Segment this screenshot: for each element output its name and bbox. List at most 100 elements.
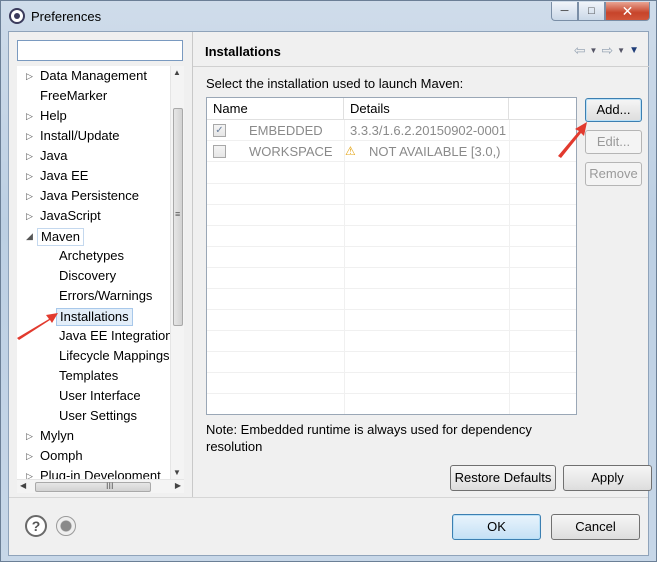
installation-name: EMBEDDED xyxy=(249,123,323,138)
warning-icon: ⚠ xyxy=(345,144,356,158)
empty-row-line xyxy=(207,246,576,247)
maximize-button[interactable]: □ xyxy=(578,2,605,21)
eclipse-app-icon xyxy=(9,8,25,24)
tree-item[interactable]: Lifecycle Mappings xyxy=(17,346,172,366)
empty-row-line xyxy=(207,330,576,331)
tree-item[interactable]: Templates xyxy=(17,366,172,386)
preferences-window: Preferences ─ □ ✕ ▷ Data Management FreeMa… xyxy=(0,0,657,562)
tree-item-label: Data Management xyxy=(40,68,147,83)
cancel-button[interactable]: Cancel xyxy=(551,514,640,540)
installation-name: WORKSPACE xyxy=(249,144,333,159)
window-controls: ─ □ ✕ xyxy=(551,2,650,21)
tree-horizontal-scrollbar[interactable]: ◀ III ▶ xyxy=(17,479,184,493)
tree-item[interactable]: User Settings xyxy=(17,406,172,426)
collapsed-arrow-icon[interactable]: ▷ xyxy=(26,206,36,226)
tree-item[interactable]: ◢ Maven xyxy=(17,226,172,246)
tree-item[interactable]: ▷ Mylyn xyxy=(17,426,172,446)
forward-arrow-icon[interactable]: ⇨ xyxy=(601,42,613,59)
tree-item-label: Mylyn xyxy=(40,428,74,443)
preference-tree: ▷ Data Management FreeMarker ▷ Help ▷ Install/… xyxy=(17,66,184,493)
horizontal-scroll-thumb[interactable]: III xyxy=(35,481,151,492)
tree-item-label: Installations xyxy=(56,308,133,326)
tree-item[interactable]: FreeMarker xyxy=(17,86,172,106)
minimize-button[interactable]: ─ xyxy=(551,2,578,21)
add-button[interactable]: Add... xyxy=(585,98,642,122)
expanded-arrow-icon[interactable]: ◢ xyxy=(26,226,36,246)
row-checkbox[interactable]: ✓ xyxy=(213,124,226,137)
tree-item[interactable]: ▷ JavaScript xyxy=(17,206,172,226)
collapsed-arrow-icon[interactable]: ▷ xyxy=(26,106,36,126)
empty-row-line xyxy=(207,309,576,310)
collapsed-arrow-icon[interactable]: ▷ xyxy=(26,426,36,446)
installations-table: Name Details ✓ EMBEDDED 3.3.3/1.6.2.2015… xyxy=(206,97,577,415)
tree-item-label: FreeMarker xyxy=(40,88,108,103)
tree-item-label: Archetypes xyxy=(59,248,125,263)
collapsed-arrow-icon[interactable]: ▷ xyxy=(26,446,36,466)
apply-button[interactable]: Apply xyxy=(563,465,652,491)
tree-item-label: Oomph xyxy=(40,448,83,463)
tree-item[interactable]: ▷ Oomph xyxy=(17,446,172,466)
title-bar[interactable]: Preferences ─ □ ✕ xyxy=(1,1,656,31)
tree-item[interactable]: Errors/Warnings xyxy=(17,286,172,306)
tree-item[interactable]: Archetypes xyxy=(17,246,172,266)
collapsed-arrow-icon[interactable]: ▷ xyxy=(26,146,36,166)
note-text: Note: Embedded runtime is always used fo… xyxy=(206,422,532,454)
column-header-name[interactable]: Name xyxy=(207,98,344,120)
back-arrow-icon[interactable]: ⇦ xyxy=(574,42,586,59)
tree-item[interactable]: Discovery xyxy=(17,266,172,286)
tree-item-label: Install/Update xyxy=(40,128,120,143)
tree-item[interactable]: ▷ Java EE xyxy=(17,166,172,186)
tree-item-label: Java Persistence xyxy=(40,188,139,203)
column-header-details[interactable]: Details xyxy=(344,98,509,120)
page-title: Installations xyxy=(205,44,281,59)
annotation-arrow-icon xyxy=(17,313,58,340)
tree-item-label: User Interface xyxy=(59,388,141,403)
record-macro-icon[interactable] xyxy=(56,516,76,536)
remove-button[interactable]: Remove xyxy=(585,162,642,186)
filter-input[interactable] xyxy=(17,40,183,61)
ok-button[interactable]: OK xyxy=(452,514,541,540)
tree-item[interactable]: ▷ Help xyxy=(17,106,172,126)
close-button[interactable]: ✕ xyxy=(605,2,650,21)
row-checkbox[interactable] xyxy=(213,145,226,158)
tree-vertical-scrollbar[interactable]: ▲ ≡ ▼ xyxy=(170,66,184,479)
table-header: Name Details xyxy=(207,98,576,120)
table-row[interactable]: WORKSPACE ⚠ NOT AVAILABLE [3.0,) xyxy=(207,141,576,162)
tree-item-label: User Settings xyxy=(59,408,138,423)
scroll-down-icon[interactable]: ▼ xyxy=(173,468,181,477)
scroll-grip-icon: ≡ xyxy=(175,209,181,219)
tree-item[interactable]: ▷ Data Management xyxy=(17,66,172,86)
tree-item[interactable]: ▷ Java xyxy=(17,146,172,166)
scroll-grip-icon: III xyxy=(106,481,114,491)
edit-button[interactable]: Edit... xyxy=(585,130,642,154)
tree-item[interactable]: ▷ Java Persistence xyxy=(17,186,172,206)
forward-dropdown-icon[interactable]: ▼ xyxy=(617,46,625,55)
tree-item-label: Help xyxy=(40,108,67,123)
collapsed-arrow-icon[interactable]: ▷ xyxy=(26,186,36,206)
collapsed-arrow-icon[interactable]: ▷ xyxy=(26,126,36,146)
scroll-right-icon[interactable]: ▶ xyxy=(175,481,181,490)
vertical-scroll-thumb[interactable]: ≡ xyxy=(173,108,183,326)
table-row[interactable]: ✓ EMBEDDED 3.3.3/1.6.2.20150902-0001 xyxy=(207,120,576,141)
scroll-up-icon[interactable]: ▲ xyxy=(173,68,181,77)
scroll-left-icon[interactable]: ◀ xyxy=(20,481,26,490)
tree-item-label: JavaScript xyxy=(40,208,101,223)
tree-item-label: Discovery xyxy=(59,268,117,283)
back-dropdown-icon[interactable]: ▼ xyxy=(590,46,598,55)
collapsed-arrow-icon[interactable]: ▷ xyxy=(26,66,36,86)
tree-item-label: Templates xyxy=(59,368,119,383)
tree-item[interactable]: User Interface xyxy=(17,386,172,406)
collapsed-arrow-icon[interactable]: ▷ xyxy=(26,166,36,186)
help-icon[interactable]: ? xyxy=(25,515,47,537)
empty-row-line xyxy=(207,183,576,184)
restore-defaults-button[interactable]: Restore Defaults xyxy=(450,465,556,491)
installation-details: NOT AVAILABLE [3.0,) xyxy=(369,144,501,159)
preference-tree-pane: ▷ Data Management FreeMarker ▷ Help ▷ Install/… xyxy=(9,32,192,497)
tree-item[interactable]: ▷ Install/Update xyxy=(17,126,172,146)
view-menu-icon[interactable]: ▼ xyxy=(629,45,639,56)
empty-row-line xyxy=(207,267,576,268)
empty-row-line xyxy=(207,204,576,205)
tree-item-label: Java EE xyxy=(40,168,89,183)
tree-item-label: Lifecycle Mappings xyxy=(59,348,170,363)
tree-items: ▷ Data Management FreeMarker ▷ Help ▷ Install/… xyxy=(17,66,172,486)
